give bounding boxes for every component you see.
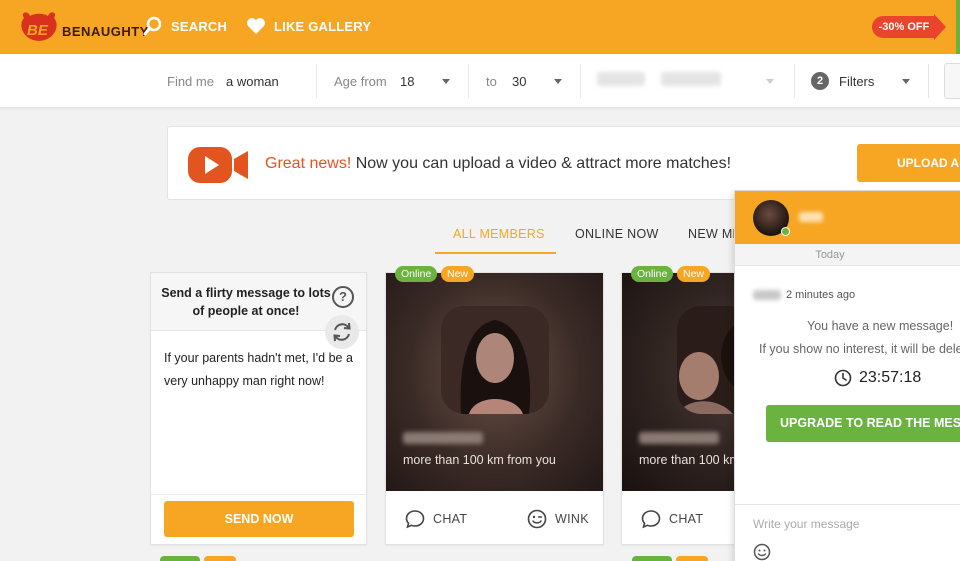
- member-actions: CHAT WINK: [386, 491, 603, 544]
- filter-divider: [316, 64, 317, 98]
- chat-day-divider: Today: [735, 244, 960, 266]
- help-icon[interactable]: ?: [332, 286, 354, 308]
- find-me-label: Find me: [167, 74, 214, 89]
- nav-search-label: SEARCH: [171, 18, 228, 34]
- discount-arrow-icon: [934, 14, 946, 40]
- member-photo[interactable]: more than 100 km from you: [386, 273, 603, 491]
- countdown-timer: 23:57:18: [834, 369, 921, 387]
- age-from-label: Age from: [334, 74, 387, 89]
- chat-bubble-icon: [405, 510, 425, 529]
- search-icon: [143, 16, 162, 36]
- new-badge: [676, 556, 708, 561]
- svg-text:BE: BE: [27, 22, 49, 39]
- send-now-button[interactable]: SEND NOW: [164, 501, 354, 537]
- nav-like-gallery[interactable]: LIKE GALLERY: [246, 16, 371, 36]
- chat-label: CHAT: [433, 512, 468, 526]
- filter-bar: Find me a woman Age from 18 to 30 2 Filt…: [0, 54, 960, 108]
- banner-highlight: Great news!: [265, 155, 352, 172]
- brand-logo[interactable]: BE BENAUGHTY: [18, 10, 149, 44]
- chat-warning-line: If you show no interest, it will be dele: [759, 342, 960, 356]
- age-to-select[interactable]: 30: [512, 74, 526, 89]
- age-to-label: to: [486, 74, 497, 89]
- upload-video-button[interactable]: UPLOAD A: [857, 144, 960, 182]
- video-upload-banner: Great news! Now you can upload a video &…: [167, 126, 960, 200]
- location-select-blurred[interactable]: [661, 72, 721, 86]
- filters-button[interactable]: Filters: [839, 74, 874, 89]
- online-badge: Online: [631, 266, 674, 282]
- age-from-select[interactable]: 18: [400, 74, 414, 89]
- heart-icon: [247, 18, 265, 34]
- chevron-down-icon[interactable]: [902, 79, 910, 84]
- wink-label: WINK: [555, 512, 589, 526]
- refresh-icon[interactable]: [325, 315, 359, 349]
- chat-bubble-icon: [641, 510, 661, 529]
- chat-message-input[interactable]: Write your message: [753, 517, 859, 531]
- active-tab-indicator: [435, 252, 556, 254]
- top-bar: BE BENAUGHTY SEARCH LIKE GALLERY -30% OF…: [0, 0, 960, 54]
- search-submit-button[interactable]: [944, 63, 960, 99]
- new-badge: New: [677, 266, 711, 282]
- find-me-select[interactable]: a woman: [226, 74, 279, 89]
- online-badge: Online: [395, 266, 438, 282]
- discount-label: -30% OFF: [872, 16, 936, 38]
- banner-message: Great news! Now you can upload a video &…: [265, 155, 731, 173]
- filter-divider: [794, 64, 795, 98]
- tab-all-members[interactable]: ALL MEMBERS: [453, 227, 545, 241]
- online-status-dot: [781, 227, 790, 236]
- countdown-value: 23:57:18: [859, 369, 922, 386]
- tab-online-now[interactable]: ONLINE NOW: [575, 227, 659, 241]
- filter-divider: [468, 64, 469, 98]
- new-badge: New: [441, 266, 475, 282]
- member-name-blurred: [639, 432, 719, 444]
- flirty-message-card: Send a flirty message to lots of people …: [150, 272, 367, 545]
- member-name-blurred: [403, 432, 483, 444]
- chevron-down-icon[interactable]: [766, 79, 774, 84]
- member-distance: more than 100 km: [639, 453, 740, 467]
- chat-sender-name-blurred: [753, 290, 781, 300]
- member-distance: more than 100 km from you: [403, 453, 556, 467]
- emoji-smiley-icon[interactable]: [753, 543, 771, 561]
- devil-logo-icon: BE: [21, 12, 57, 41]
- nav-like-gallery-label: LIKE GALLERY: [274, 18, 372, 34]
- divider: [735, 504, 960, 505]
- wink-button[interactable]: WINK: [527, 509, 589, 529]
- chat-header[interactable]: [735, 191, 960, 244]
- chat-button[interactable]: CHAT: [405, 509, 467, 529]
- filter-divider: [580, 64, 581, 98]
- chat-label: CHAT: [669, 512, 704, 526]
- chat-button[interactable]: CHAT: [641, 509, 703, 529]
- chat-contact-name-blurred: [799, 212, 823, 222]
- chat-notice-line: You have a new message!: [807, 319, 954, 333]
- flirty-message-text: If your parents hadn't met, I'd be a ver…: [164, 351, 353, 388]
- member-card[interactable]: more than 100 km from you CHAT WINK: [385, 272, 604, 545]
- member-avatar: [441, 306, 549, 414]
- online-badge: [160, 556, 200, 561]
- clock-icon: [834, 369, 852, 387]
- online-badge: [632, 556, 672, 561]
- banner-text: Now you can upload a video & attract mor…: [355, 155, 732, 172]
- nav-search[interactable]: SEARCH: [143, 16, 227, 36]
- message-card-title: Send a flirty message to lots of people …: [161, 286, 331, 318]
- brand-name: BENAUGHTY: [62, 23, 149, 39]
- chat-message-time: 2 minutes ago: [786, 289, 856, 301]
- upgrade-to-read-button[interactable]: UPGRADE TO READ THE MESSA: [766, 405, 960, 442]
- chevron-down-icon[interactable]: [554, 79, 562, 84]
- chevron-down-icon[interactable]: [442, 79, 450, 84]
- new-badge: [204, 556, 236, 561]
- chat-window: Today 2 minutes ago You have a new messa…: [734, 190, 960, 561]
- divider: [151, 494, 366, 495]
- location-label-blurred: [597, 72, 645, 86]
- filter-divider: [928, 64, 929, 98]
- filters-count-badge: 2: [811, 72, 829, 90]
- video-camera-icon: [188, 147, 248, 183]
- wink-smiley-icon: [527, 509, 547, 529]
- upgrade-button-edge[interactable]: [956, 0, 960, 54]
